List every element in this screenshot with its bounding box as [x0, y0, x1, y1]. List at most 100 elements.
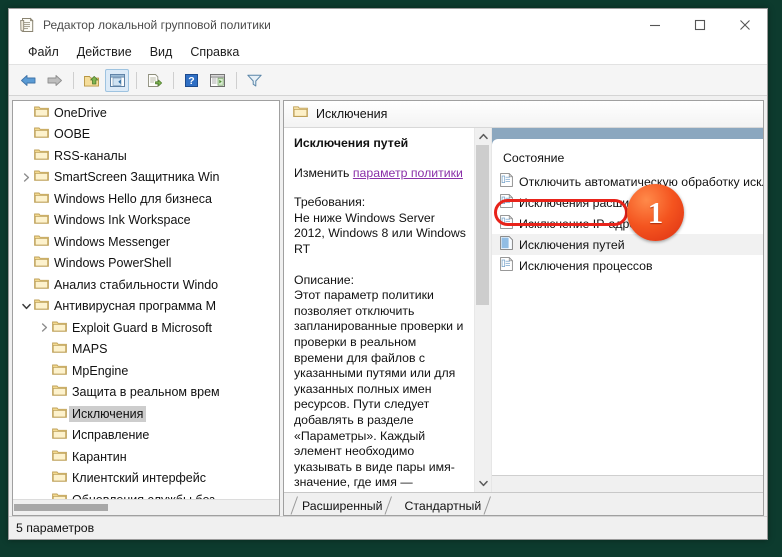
policy-setting-link[interactable]: параметр политики: [353, 166, 463, 180]
tree-item[interactable]: Антивирусная программа M: [13, 296, 279, 318]
tree-item[interactable]: OneDrive: [13, 102, 279, 124]
view-tabs: Расширенный Стандартный: [284, 492, 763, 515]
menu-item-action[interactable]: Действие: [68, 43, 141, 61]
folder-icon: [34, 126, 49, 142]
tree-item-label: RSS-каналы: [54, 148, 127, 163]
tree-item[interactable]: MpEngine: [13, 360, 279, 382]
description-vertical-scrollbar[interactable]: [474, 128, 491, 492]
folder-icon: [34, 191, 49, 207]
annotation-step-badge: 1: [627, 184, 684, 241]
folder-icon: [52, 406, 67, 422]
filter-icon[interactable]: [242, 69, 266, 92]
folder-icon: [34, 169, 49, 185]
tab-standard[interactable]: Стандартный: [392, 496, 492, 515]
folder-icon: [52, 320, 67, 336]
tree-item[interactable]: Windows Ink Workspace: [13, 210, 279, 232]
close-button[interactable]: [722, 9, 767, 40]
folder-icon: [52, 384, 67, 400]
tree-item[interactable]: Windows Messenger: [13, 231, 279, 253]
tree-item-label: Исключения: [69, 405, 147, 422]
window-body: OneDrive OOBE RSS-каналы SmartScreen Защитн…: [9, 96, 767, 516]
forward-arrow-icon[interactable]: [42, 69, 66, 92]
policy-setting-icon: [500, 256, 514, 274]
tab-right-edge: [483, 496, 492, 515]
show-hide-tree-icon[interactable]: [105, 68, 129, 92]
folder-icon: [52, 492, 67, 499]
maximize-button[interactable]: [677, 9, 722, 40]
folder-icon: [34, 277, 49, 293]
tree-item[interactable]: Исправление: [13, 425, 279, 447]
svg-text:?: ?: [188, 75, 194, 87]
show-details-icon[interactable]: [205, 69, 229, 92]
tab-left-edge: [290, 496, 299, 515]
list-item-label: Отключить автоматическую обработку исклю: [519, 174, 763, 189]
menu-item-help[interactable]: Справка: [181, 43, 248, 61]
folder-icon: [34, 105, 49, 121]
description-text: Этот параметр политики позволяет отключи…: [294, 288, 464, 492]
tree-item[interactable]: Исключения: [13, 403, 279, 425]
tree-item[interactable]: Exploit Guard в Microsoft: [13, 317, 279, 339]
up-folder-icon[interactable]: [79, 69, 103, 92]
menu-item-view[interactable]: Вид: [141, 43, 182, 61]
description-scroll-track[interactable]: [475, 145, 491, 475]
tree-item[interactable]: Windows PowerShell: [13, 253, 279, 275]
tree-item[interactable]: OOBE: [13, 124, 279, 146]
folder-icon: [34, 298, 49, 314]
description-scroll-thumb[interactable]: [476, 145, 489, 305]
chevron-right-icon[interactable]: [19, 173, 34, 182]
extended-description-column: Исключения путей Изменить параметр полит…: [284, 128, 492, 492]
list-item[interactable]: Исключения процессов: [492, 255, 763, 276]
requirements-text: Не ниже Windows Server 2012, Windows 8 и…: [294, 210, 466, 256]
tree-item-label: Exploit Guard в Microsoft: [72, 320, 213, 335]
folder-icon: [34, 212, 49, 228]
menu-item-file[interactable]: Файл: [19, 43, 68, 61]
tree-item[interactable]: Обновления службы без: [13, 489, 279, 499]
tree-item-label: Антивирусная программа M: [54, 299, 216, 314]
back-arrow-icon[interactable]: [16, 69, 40, 92]
tree-scroll-area[interactable]: OneDrive OOBE RSS-каналы SmartScreen Защитн…: [13, 101, 279, 499]
window-controls: [632, 9, 767, 40]
minimize-button[interactable]: [632, 9, 677, 40]
tree-item-label: Windows Messenger: [54, 234, 171, 249]
tree-horizontal-scrollbar[interactable]: [13, 499, 279, 515]
tab-standard-label: Стандартный: [404, 498, 482, 513]
status-text: 5 параметров: [16, 521, 95, 535]
toolbar: ?: [9, 65, 767, 96]
scroll-up-icon[interactable]: [475, 128, 491, 145]
desktop-background: Редактор локальной групповой политики Фа…: [0, 0, 782, 557]
console-tree-pane: OneDrive OOBE RSS-каналы SmartScreen Защитн…: [12, 100, 280, 516]
description-body: Исключения путей Изменить параметр полит…: [284, 128, 491, 492]
tree-item-label: Исправление: [72, 428, 150, 443]
folder-icon: [52, 449, 67, 465]
tree-item[interactable]: Анализ стабильности Windo: [13, 274, 279, 296]
tree-item[interactable]: Карантин: [13, 446, 279, 468]
policy-setting-icon: [500, 172, 514, 190]
scroll-down-icon[interactable]: [475, 475, 491, 492]
folder-icon: [34, 148, 49, 164]
export-list-icon[interactable]: [142, 69, 166, 92]
list-column-header[interactable]: Состояние: [492, 145, 763, 171]
policy-description: Исключения путей Изменить параметр полит…: [284, 128, 474, 492]
tree-item[interactable]: SmartScreen Защитника Win: [13, 167, 279, 189]
policy-document-icon: [19, 17, 35, 33]
tree-item[interactable]: MAPS: [13, 339, 279, 361]
policy-title: Исключения путей: [294, 136, 409, 150]
chevron-right-icon[interactable]: [37, 323, 52, 332]
tree-item[interactable]: Windows Hello для бизнеса: [13, 188, 279, 210]
list-horizontal-scrollbar[interactable]: [492, 475, 763, 492]
chevron-down-icon[interactable]: [19, 302, 34, 311]
toolbar-separator: [236, 71, 237, 89]
list-item[interactable]: Исключения путей: [492, 234, 763, 255]
list-item[interactable]: Отключить автоматическую обработку исклю: [492, 171, 763, 192]
tree-item[interactable]: Клиентский интерфейс: [13, 468, 279, 490]
tree-hscroll-thumb[interactable]: [14, 504, 108, 511]
status-bar: 5 параметров: [9, 516, 767, 539]
tree-item-label: SmartScreen Защитника Win: [54, 170, 220, 185]
toolbar-separator: [136, 71, 137, 89]
tree-item[interactable]: Защита в реальном врем: [13, 382, 279, 404]
tree-item[interactable]: RSS-каналы: [13, 145, 279, 167]
tree-item-label: MpEngine: [72, 363, 129, 378]
help-icon[interactable]: ?: [179, 69, 203, 92]
tab-extended[interactable]: Расширенный: [290, 496, 393, 515]
folder-icon: [34, 234, 49, 250]
